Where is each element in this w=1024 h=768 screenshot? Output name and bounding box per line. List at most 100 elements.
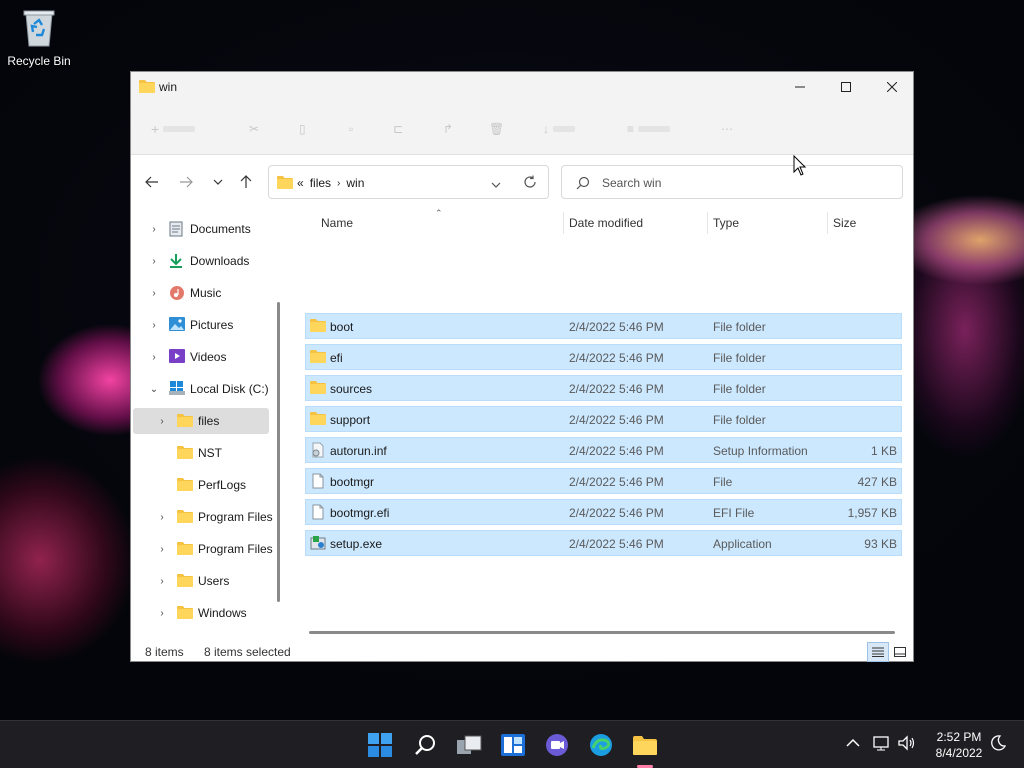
breadcrumb-overflow[interactable]: « xyxy=(297,176,304,190)
selected-count: 8 items selected xyxy=(204,645,291,659)
sort-button[interactable]: ↓ xyxy=(543,120,575,138)
file-date: 2/4/2022 5:46 PM xyxy=(569,351,664,365)
table-row[interactable]: setup.exe 2/4/2022 5:46 PM Application 9… xyxy=(305,530,902,556)
edge-button[interactable] xyxy=(584,729,618,761)
sidebar-item-label: NST xyxy=(198,446,222,460)
chevron-right-icon[interactable]: › xyxy=(157,512,167,523)
start-button[interactable] xyxy=(363,729,397,761)
file-type: Setup Information xyxy=(713,444,808,458)
task-view-button[interactable] xyxy=(452,729,486,761)
clock-date[interactable]: 8/4/2022 xyxy=(929,746,989,760)
chevron-right-icon[interactable]: › xyxy=(149,256,159,267)
cut-button[interactable]: ✂ xyxy=(249,120,259,138)
up-button[interactable] xyxy=(235,172,257,192)
search-box[interactable]: Search win xyxy=(561,165,903,199)
chevron-right-icon[interactable]: › xyxy=(149,288,159,299)
chevron-right-icon[interactable]: › xyxy=(157,576,167,587)
trash-icon: 🗑 xyxy=(489,122,505,136)
sidebar-item-program-files[interactable]: › Program Files xyxy=(133,504,273,530)
close-button[interactable] xyxy=(869,72,915,102)
minimize-button[interactable] xyxy=(777,72,823,102)
chevron-right-icon[interactable]: › xyxy=(157,416,167,427)
chat-button[interactable] xyxy=(540,729,574,761)
sidebar-item-label: Pictures xyxy=(190,318,234,332)
column-separator[interactable] xyxy=(707,212,708,234)
breadcrumb-files[interactable]: files xyxy=(310,176,331,190)
horizontal-scrollbar[interactable] xyxy=(309,631,895,634)
sidebar-item-downloads[interactable]: › Downloads xyxy=(133,248,269,274)
chevron-right-icon[interactable]: › xyxy=(149,320,159,331)
recycle-bin[interactable]: Recycle Bin xyxy=(6,8,72,78)
copy-button[interactable]: ▯ xyxy=(299,120,306,138)
file-explorer-button[interactable] xyxy=(628,729,662,761)
show-hidden-icons-button[interactable] xyxy=(846,737,860,751)
column-header-type[interactable]: Type xyxy=(713,216,739,236)
sidebar-item-files[interactable]: › files xyxy=(133,408,269,434)
refresh-button[interactable] xyxy=(523,175,537,192)
clock-time[interactable]: 2:52 PM xyxy=(929,730,989,744)
chevron-right-icon[interactable]: › xyxy=(149,352,159,363)
sidebar-item-users[interactable]: › Users xyxy=(133,568,269,594)
volume-button[interactable] xyxy=(898,735,916,754)
network-button[interactable] xyxy=(873,735,891,754)
sidebar-item-documents[interactable]: › Documents xyxy=(133,216,269,242)
sidebar-item-local-disk[interactable]: ⌄ Local Disk (C:) xyxy=(133,376,269,402)
sidebar-item-program-files-x86[interactable]: › Program Files xyxy=(133,536,273,562)
title-bar[interactable]: win xyxy=(131,72,913,102)
rename-button[interactable]: ⊏ xyxy=(393,120,403,138)
chevron-right-icon[interactable]: › xyxy=(149,224,159,235)
details-view-button[interactable] xyxy=(867,642,889,662)
breadcrumb-win[interactable]: win xyxy=(346,176,364,190)
forward-button[interactable] xyxy=(175,172,197,192)
file-size: 93 KB xyxy=(864,537,897,551)
column-header-size[interactable]: Size xyxy=(833,216,856,236)
delete-button[interactable]: 🗑 xyxy=(489,120,504,138)
file-type: Application xyxy=(713,537,772,551)
chevron-right-icon[interactable]: › xyxy=(157,608,167,619)
widgets-button[interactable] xyxy=(496,729,530,761)
back-button[interactable] xyxy=(141,172,163,192)
paste-button[interactable]: ▫ xyxy=(349,120,353,138)
focus-assist-button[interactable] xyxy=(990,735,1007,754)
sidebar-item-windows[interactable]: › Windows xyxy=(133,600,269,626)
column-separator[interactable] xyxy=(827,212,828,234)
column-header-name[interactable]: Name xyxy=(321,216,353,236)
tiles-view-icon xyxy=(894,647,906,657)
recent-locations-button[interactable] xyxy=(207,172,229,192)
sidebar-item-perflogs[interactable]: PerfLogs xyxy=(133,472,269,498)
file-name: sources xyxy=(330,382,373,396)
chevron-right-icon[interactable]: › xyxy=(157,544,167,555)
search-button[interactable] xyxy=(408,729,442,761)
sidebar-item-nst[interactable]: NST xyxy=(133,440,269,466)
file-explorer-icon xyxy=(633,736,657,755)
file-date: 2/4/2022 5:46 PM xyxy=(569,475,664,489)
chevron-down-icon[interactable]: ⌄ xyxy=(149,384,159,395)
share-button[interactable]: ↱ xyxy=(443,120,453,138)
table-row[interactable]: autorun.inf 2/4/2022 5:46 PM Setup Infor… xyxy=(305,437,902,463)
file-name: bootmgr xyxy=(330,475,375,489)
sidebar-item-music[interactable]: › Music xyxy=(133,280,269,306)
status-bar: 8 items 8 items selected xyxy=(131,640,913,662)
view-button[interactable]: ≡ xyxy=(627,120,671,138)
table-row[interactable]: efi 2/4/2022 5:46 PM File folder xyxy=(305,344,902,370)
column-separator[interactable] xyxy=(563,212,564,234)
maximize-button[interactable] xyxy=(823,72,869,102)
copy-icon: ▯ xyxy=(299,122,306,136)
folder-icon xyxy=(177,445,195,461)
table-row[interactable]: support 2/4/2022 5:46 PM File folder xyxy=(305,406,902,432)
table-row[interactable]: bootmgr 2/4/2022 5:46 PM File 427 KB xyxy=(305,468,902,494)
search-input[interactable]: Search win xyxy=(602,176,661,190)
table-row[interactable]: boot 2/4/2022 5:46 PM File folder xyxy=(305,313,902,339)
sidebar-scrollbar[interactable] xyxy=(277,302,280,602)
file-type: File folder xyxy=(713,382,766,396)
more-button[interactable]: ⋯ xyxy=(721,120,733,138)
tiles-view-button[interactable] xyxy=(889,642,911,662)
address-dropdown-button[interactable] xyxy=(491,178,501,192)
new-button[interactable]: + xyxy=(151,120,196,138)
sidebar-item-videos[interactable]: › Videos xyxy=(133,344,269,370)
address-bar[interactable]: « files › win xyxy=(268,165,549,199)
table-row[interactable]: sources 2/4/2022 5:46 PM File folder xyxy=(305,375,902,401)
sidebar-item-pictures[interactable]: › Pictures xyxy=(133,312,269,338)
column-header-date[interactable]: Date modified xyxy=(569,216,643,236)
table-row[interactable]: bootmgr.efi 2/4/2022 5:46 PM EFI File 1,… xyxy=(305,499,902,525)
